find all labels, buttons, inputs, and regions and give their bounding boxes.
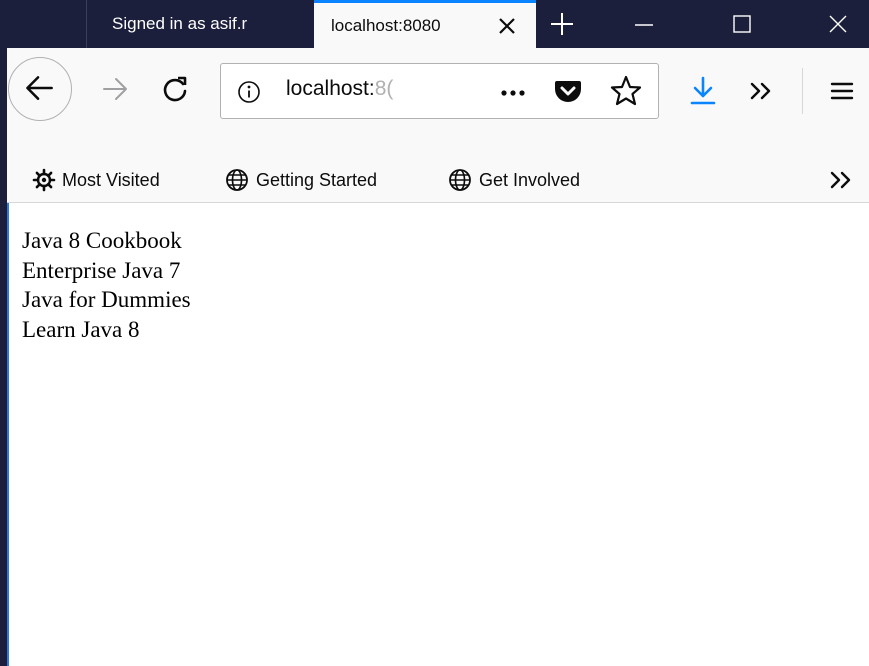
info-icon[interactable] — [236, 79, 262, 105]
pocket-icon[interactable] — [553, 76, 583, 106]
back-arrow-icon — [26, 76, 53, 100]
back-button[interactable] — [8, 57, 72, 121]
globe-icon — [449, 169, 471, 191]
bookmarks-overflow-icon[interactable] — [827, 166, 857, 194]
bookmark-star-icon[interactable] — [609, 74, 643, 108]
globe-icon — [226, 169, 248, 191]
tab-localhost[interactable]: localhost:8080 — [314, 0, 536, 48]
book-title: Java for Dummies — [22, 287, 191, 312]
url-host-fade: 8( — [374, 77, 394, 100]
tab-signed-in[interactable]: Signed in as asif.r — [86, 0, 314, 48]
bookmark-get-involved[interactable]: Get Involved — [447, 163, 580, 197]
toolbar-overflow-icon[interactable] — [745, 76, 779, 106]
hamburger-menu-icon[interactable] — [827, 76, 857, 106]
book-title: Enterprise Java 7 — [22, 257, 181, 283]
close-window-icon[interactable] — [824, 10, 852, 38]
tab-label: localhost:8080 — [331, 15, 441, 35]
page-content: Java 8 Cookbook Enterprise Java 7 Java f… — [22, 226, 191, 344]
new-tab-icon[interactable] — [548, 10, 576, 38]
url-host: localhost: — [286, 77, 375, 100]
close-tab-icon[interactable] — [496, 15, 518, 37]
gear-icon — [32, 168, 56, 192]
url-text[interactable]: localhost:8( — [286, 77, 393, 101]
toolbar-divider — [802, 68, 803, 114]
window-border-accent — [7, 203, 9, 666]
minimize-icon[interactable] — [630, 10, 658, 38]
download-icon[interactable] — [688, 74, 718, 108]
forward-arrow-icon[interactable] — [101, 75, 129, 103]
bookmark-most-visited[interactable]: Most Visited — [32, 163, 160, 197]
window-frame — [0, 0, 7, 666]
bookmark-label: Getting Started — [256, 169, 378, 190]
reload-icon[interactable] — [160, 74, 190, 104]
tab-label: Signed in as asif.r — [112, 14, 248, 33]
page-actions-icon[interactable] — [496, 78, 530, 106]
book-title: Java 8 Cookbook — [22, 228, 182, 253]
maximize-icon[interactable] — [728, 10, 756, 38]
bookmark-getting-started[interactable]: Getting Started — [224, 163, 377, 197]
bookmark-label: Get Involved — [479, 169, 581, 190]
bookmark-label: Most Visited — [62, 169, 160, 190]
book-title: Learn Java 8 — [22, 316, 140, 342]
